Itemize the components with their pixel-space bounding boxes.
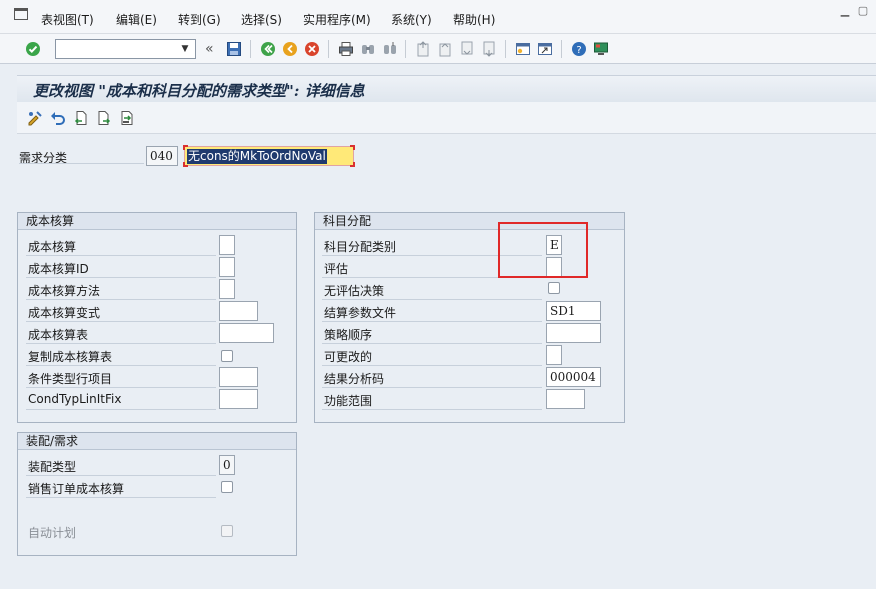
settlement-profile-label: 结算参数文件: [324, 306, 397, 320]
no-valuation-decision-checkbox[interactable]: [548, 282, 560, 294]
highlight-box: [498, 222, 588, 278]
condition-type-line-item-field[interactable]: [219, 367, 258, 387]
settlement-profile-field[interactable]: SD1: [546, 301, 601, 321]
command-field[interactable]: [55, 39, 196, 59]
functional-area-field[interactable]: [546, 389, 585, 409]
results-analysis-key-label: 结果分析码: [324, 372, 385, 386]
previous-entry-icon[interactable]: [73, 110, 89, 126]
menu-goto[interactable]: 转到(G): [178, 11, 221, 28]
condition-type-line-item-label: 条件类型行项目: [28, 372, 113, 386]
save-icon[interactable]: [226, 41, 242, 57]
last-page-icon[interactable]: [481, 41, 497, 57]
configuration-type-label: 装配类型: [28, 460, 77, 474]
back-icon[interactable]: [260, 41, 276, 57]
menu-edit[interactable]: 编辑(E): [116, 11, 157, 28]
enter-icon[interactable]: [25, 41, 41, 57]
costing-sheet-field[interactable]: [219, 323, 274, 343]
shortcut-icon[interactable]: [537, 41, 553, 57]
account-assignment-category-label: 科目分配类别: [324, 240, 397, 254]
results-analysis-key-field[interactable]: 000004: [546, 367, 601, 387]
automatic-planning-checkbox: [221, 525, 233, 537]
select-entry-icon[interactable]: [119, 110, 135, 126]
strategy-sequence-field[interactable]: [546, 323, 601, 343]
print-icon[interactable]: [338, 41, 354, 57]
menu-utilities[interactable]: 实用程序(M): [303, 11, 371, 28]
sales-order-costing-checkbox[interactable]: [221, 481, 233, 493]
requirement-class-description-field[interactable]: 无cons的MkToOrdNoVal: [184, 146, 354, 166]
requirement-class-code: 040: [146, 146, 178, 166]
first-page-icon[interactable]: [415, 41, 431, 57]
create-session-icon[interactable]: [515, 41, 531, 57]
configuration-group-title: 装配/需求: [18, 433, 296, 450]
page-title: 更改视图 "成本和科目分配的需求类型": 详细信息: [33, 82, 365, 100]
copy-costing-sheet-checkbox[interactable]: [221, 350, 233, 362]
chevron-down-icon[interactable]: ▼: [177, 40, 193, 58]
cost-estimate-field[interactable]: [219, 235, 235, 255]
other-entry-icon[interactable]: [27, 110, 43, 126]
cost-estimate-group-title: 成本核算: [18, 213, 296, 230]
customize-layout-icon[interactable]: [593, 41, 609, 57]
changeable-label: 可更改的: [324, 350, 373, 364]
help-icon[interactable]: ?: [571, 41, 587, 57]
cond-typ-lin-it-fix-label: CondTypLinItFix: [28, 392, 122, 406]
cost-estimate-id-field[interactable]: [219, 257, 235, 277]
no-valuation-decision-label: 无评估决策: [324, 284, 385, 298]
menu-select[interactable]: 选择(S): [241, 11, 282, 28]
application-toolbar: [17, 102, 876, 134]
valuation-label: 评估: [324, 262, 349, 276]
next-page-icon[interactable]: [459, 41, 475, 57]
sales-order-costing-label: 销售订单成本核算: [28, 482, 125, 496]
menu-bar: 表视图(T) 编辑(E) 转到(G) 选择(S) 实用程序(M) 系统(Y) 帮…: [0, 0, 876, 34]
standard-toolbar: ▼ « ?: [0, 34, 876, 64]
system-menu-icon[interactable]: [14, 8, 28, 20]
costing-variant-field[interactable]: [219, 301, 258, 321]
copy-costing-sheet-label: 复制成本核算表: [28, 350, 113, 364]
restore-icon[interactable]: ▢: [856, 4, 870, 18]
menu-table-view[interactable]: 表视图(T): [41, 11, 94, 28]
cost-estimate-id-label: 成本核算ID: [28, 262, 89, 276]
svg-text:?: ?: [576, 45, 581, 56]
costing-sheet-label: 成本核算表: [28, 328, 89, 342]
undo-icon[interactable]: [50, 110, 66, 126]
cond-typ-lin-it-fix-field[interactable]: [219, 389, 258, 409]
menu-help[interactable]: 帮助(H): [453, 11, 495, 28]
automatic-planning-label: 自动计划: [28, 526, 77, 540]
configuration-type-field[interactable]: 0: [219, 455, 235, 475]
find-icon[interactable]: [360, 41, 376, 57]
costing-method-field[interactable]: [219, 279, 235, 299]
previous-page-icon[interactable]: [437, 41, 453, 57]
minimize-icon[interactable]: ▁: [838, 4, 852, 18]
cost-estimate-label: 成本核算: [28, 240, 77, 254]
menu-system[interactable]: 系统(Y): [391, 11, 432, 28]
changeable-field[interactable]: [546, 345, 562, 365]
exit-icon[interactable]: [282, 41, 298, 57]
functional-area-label: 功能范围: [324, 394, 373, 408]
configuration-group: 装配/需求 装配类型 0 销售订单成本核算 自动计划: [17, 432, 297, 556]
cost-estimate-group: 成本核算 成本核算 成本核算ID 成本核算方法 成本核算变式 成本核算表 复制成…: [17, 212, 297, 423]
next-entry-icon[interactable]: [96, 110, 112, 126]
costing-variant-label: 成本核算变式: [28, 306, 101, 320]
costing-method-label: 成本核算方法: [28, 284, 101, 298]
strategy-sequence-label: 策略顺序: [324, 328, 373, 342]
find-next-icon[interactable]: [382, 41, 398, 57]
selected-description-text: 无cons的MkToOrdNoVal: [187, 149, 327, 164]
cancel-icon[interactable]: [304, 41, 320, 57]
double-chevron-left-icon[interactable]: «: [205, 41, 221, 57]
title-bar: 更改视图 "成本和科目分配的需求类型": 详细信息: [17, 75, 876, 102]
